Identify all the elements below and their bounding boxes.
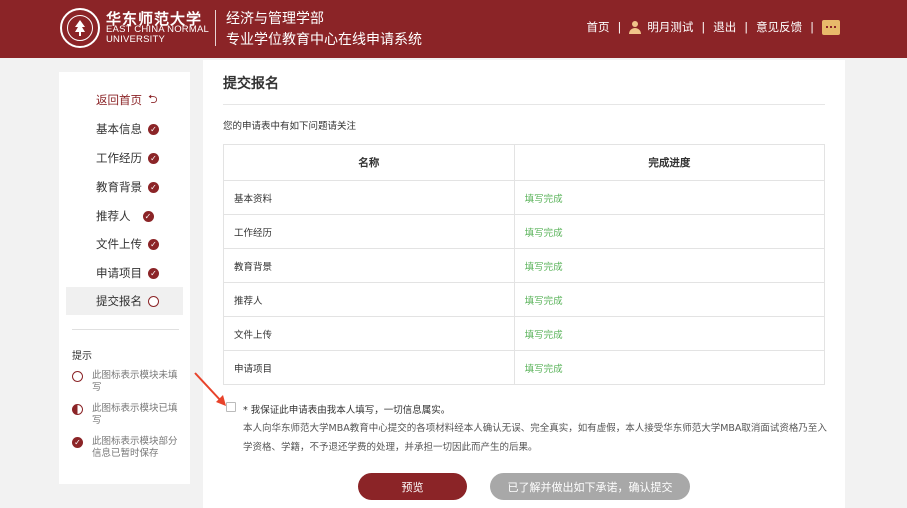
- title-divider: [223, 104, 825, 105]
- sidebar: 返回首页 ⮌ 基本信息 ✓ 工作经历 ✓ 教育背景 ✓ 推荐人 ✓ 文件上传 ✓…: [59, 72, 190, 484]
- university-logo-icon: [60, 8, 100, 48]
- empty-circle-icon: [72, 371, 83, 382]
- nav-feedback-link[interactable]: 意见反馈: [756, 19, 802, 35]
- completion-table: 名称 完成进度 基本资料 填写完成 工作经历 填写完成 教育背景 填写完成 推荐…: [223, 144, 826, 385]
- sidebar-item-education[interactable]: 教育背景 ✓: [66, 173, 183, 201]
- sidebar-item-submit[interactable]: 提交报名: [66, 287, 183, 315]
- return-arrow-icon: ⮌: [148, 91, 158, 106]
- top-header: 华东师范大学 EAST CHINA NORMAL UNIVERSITY 经济与管…: [0, 0, 907, 58]
- department-name: 经济与管理学部: [226, 11, 324, 27]
- empty-circle-icon: [148, 295, 159, 307]
- nav-home-link[interactable]: 首页: [587, 19, 610, 35]
- nav-separator: |: [617, 20, 622, 34]
- notice-text: 您的申请表中有如下问题请关注: [223, 121, 357, 132]
- nav-logout-link[interactable]: 退出: [713, 19, 736, 35]
- page-title: 提交报名: [223, 76, 279, 92]
- check-icon: ✓: [142, 210, 154, 222]
- half-circle-icon: [72, 404, 83, 415]
- main-panel: 提交报名 您的申请表中有如下问题请关注 名称 完成进度 基本资料 填写完成 工作…: [203, 60, 845, 508]
- check-icon: ✓: [148, 267, 159, 279]
- sidebar-item-file-upload[interactable]: 文件上传 ✓: [66, 230, 183, 258]
- sidebar-item-work-experience[interactable]: 工作经历 ✓: [66, 144, 183, 172]
- nav-separator: |: [701, 20, 706, 34]
- top-nav: 首页 | 明月测试 | 退出 | 意见反馈 |: [587, 18, 840, 36]
- row-name: 申请项目: [223, 350, 515, 385]
- header-divider: [215, 10, 216, 46]
- table-row: 工作经历 填写完成: [223, 214, 826, 249]
- check-icon: ✓: [72, 437, 83, 448]
- sidebar-item-referee[interactable]: 推荐人 ✓: [66, 202, 183, 230]
- pledge-label: * 我保证此申请表由我本人填写，一切信息属实。: [243, 405, 451, 416]
- row-status: 填写完成: [513, 350, 826, 385]
- row-name: 工作经历: [223, 214, 515, 249]
- preview-button[interactable]: 预览: [358, 473, 467, 500]
- sidebar-item-program[interactable]: 申请项目 ✓: [66, 259, 183, 287]
- confirm-submit-button[interactable]: 已了解并做出如下承诺，确认提交: [490, 473, 690, 500]
- user-icon: [629, 20, 642, 34]
- check-icon: ✓: [148, 181, 159, 193]
- row-status: 填写完成: [513, 282, 826, 317]
- column-header-progress: 完成进度: [513, 144, 826, 181]
- university-name-en: EAST CHINA NORMAL UNIVERSITY: [106, 24, 209, 45]
- nav-user-link[interactable]: 明月测试: [647, 19, 693, 35]
- nav-separator: |: [810, 20, 814, 34]
- tips-title: 提示: [72, 351, 92, 362]
- pledge-detail: 本人向华东师范大学MBA教育中心提交的各项材料经本人确认无误、完全真实，如有虚假…: [243, 423, 827, 453]
- tip-not-filled: 此图标表示模块未填写: [72, 370, 184, 394]
- check-icon: ✓: [148, 123, 159, 135]
- tip-filled: 此图标表示模块已填写: [72, 403, 184, 427]
- chat-icon[interactable]: [822, 19, 840, 35]
- tip-partially-saved: ✓ 此图标表示模块部分信息已暂时保存: [72, 436, 184, 460]
- annotation-arrow-icon: [194, 372, 226, 406]
- row-status: 填写完成: [513, 214, 826, 249]
- column-header-name: 名称: [223, 144, 515, 181]
- row-name: 推荐人: [223, 282, 515, 317]
- row-name: 教育背景: [223, 248, 515, 283]
- check-icon: ✓: [148, 152, 159, 164]
- table-row: 教育背景 填写完成: [223, 248, 826, 283]
- table-row: 基本资料 填写完成: [223, 180, 826, 215]
- row-status: 填写完成: [513, 316, 826, 351]
- table-row: 推荐人 填写完成: [223, 282, 826, 317]
- row-name: 基本资料: [223, 180, 515, 215]
- row-status: 填写完成: [513, 248, 826, 283]
- table-row: 文件上传 填写完成: [223, 316, 826, 351]
- check-icon: ✓: [148, 238, 159, 250]
- nav-separator: |: [744, 20, 749, 34]
- row-name: 文件上传: [223, 316, 515, 351]
- sidebar-divider: [72, 329, 179, 330]
- sidebar-item-basic-info[interactable]: 基本信息 ✓: [66, 115, 183, 143]
- sidebar-back-home[interactable]: 返回首页 ⮌: [66, 86, 183, 114]
- row-status: 填写完成: [513, 180, 826, 215]
- system-title: 专业学位教育中心在线申请系统: [226, 32, 422, 48]
- table-row: 申请项目 填写完成: [223, 350, 826, 385]
- table-header-row: 名称 完成进度: [223, 144, 826, 181]
